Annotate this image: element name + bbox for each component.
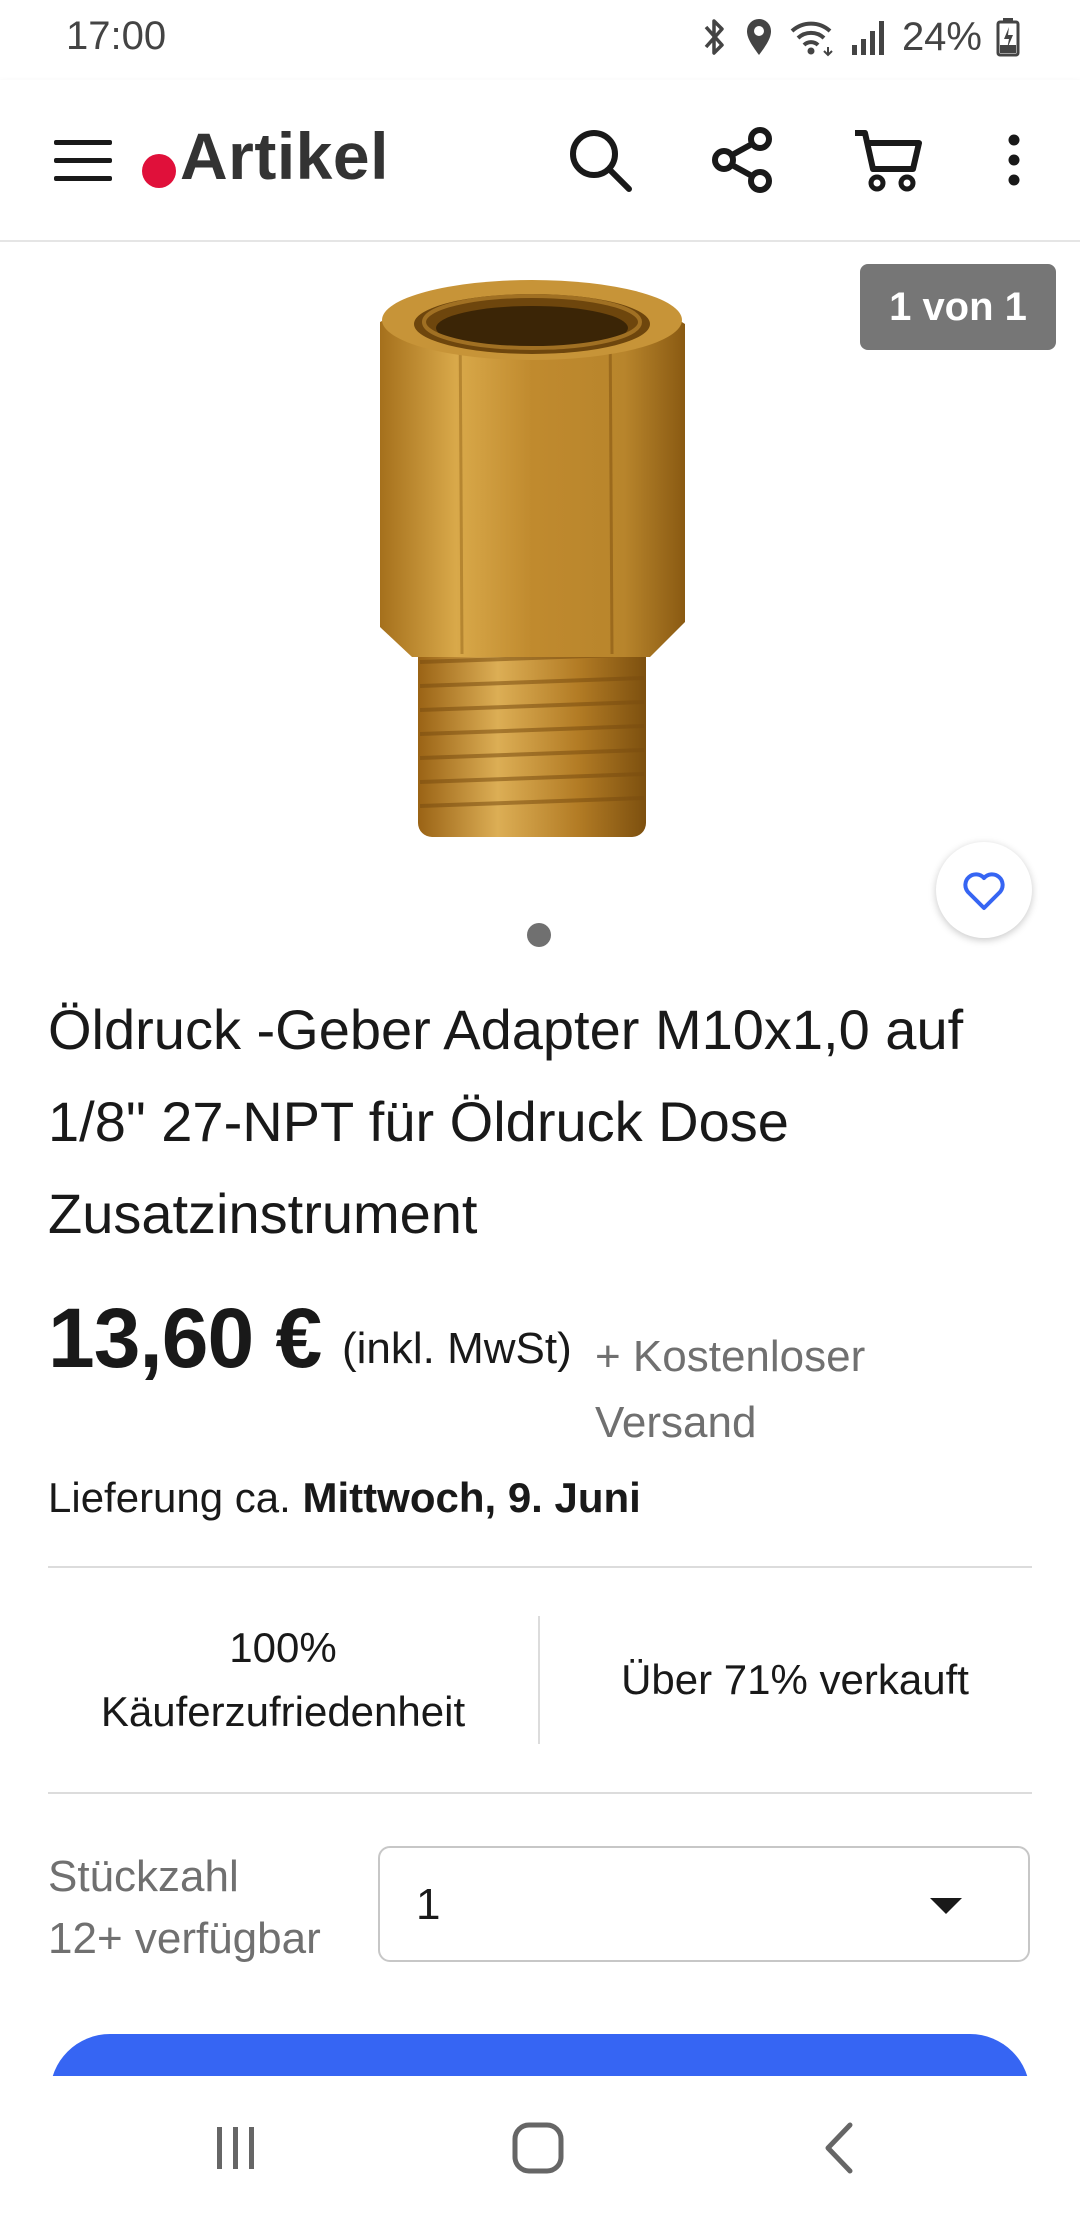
pagination-dot — [527, 923, 551, 947]
delivery-estimate: Lieferung ca. Mittwoch, 9. Juni — [48, 1474, 641, 1522]
image-gallery[interactable]: 1 von 1 — [0, 242, 1080, 962]
divider — [48, 1566, 1032, 1568]
product-price: 13,60 € — [48, 1291, 322, 1385]
app-bar: Artikel — [0, 80, 1080, 242]
tax-note: (inkl. MwSt) — [342, 1324, 572, 1373]
divider — [48, 1792, 1032, 1794]
status-bar: 17:00 24% — [0, 0, 1080, 80]
image-counter: 1 von 1 — [860, 264, 1056, 350]
recent-apps-button[interactable] — [196, 2116, 276, 2180]
caret-down-icon — [930, 1898, 962, 1914]
status-time: 17:00 — [66, 14, 167, 58]
location-icon — [746, 19, 771, 55]
heart-icon — [963, 872, 1005, 910]
bluetooth-icon — [704, 19, 724, 55]
page-title: Artikel — [180, 119, 389, 193]
delivery-prefix: Lieferung ca. — [48, 1474, 291, 1521]
quantity-dropdown[interactable]: 1 — [378, 1846, 1030, 1962]
quantity-available: 12+ verfügbar — [48, 1914, 321, 1963]
more-button[interactable] — [974, 120, 1054, 200]
home-button[interactable] — [498, 2116, 578, 2180]
product-title: Öldruck -Geber Adapter M10x1,0 auf 1/8" … — [48, 998, 964, 1245]
notification-dot — [142, 154, 176, 188]
search-button[interactable] — [560, 120, 640, 200]
delivery-date: Mittwoch, 9. Juni — [302, 1474, 641, 1521]
menu-button[interactable] — [48, 120, 176, 200]
menu-icon — [54, 140, 112, 181]
cart-button[interactable] — [848, 120, 928, 200]
recent-apps-icon — [217, 2127, 254, 2169]
cart-icon — [855, 130, 922, 192]
sold-percentage: Über 71% verkauft — [621, 1656, 969, 1703]
system-nav-bar — [0, 2076, 1080, 2220]
watchlist-button[interactable] — [936, 842, 1032, 938]
status-icons: 24% — [700, 12, 1020, 62]
back-icon — [825, 2122, 853, 2174]
quantity-title: Stückzahl — [48, 1852, 239, 1901]
battery-icon — [996, 18, 1020, 57]
more-vertical-icon — [1008, 134, 1020, 186]
quantity-label: Stückzahl 12+ verfügbar — [48, 1846, 321, 1970]
seller-satisfaction: 100% Käuferzufriedenheit — [48, 1616, 518, 1744]
wifi-icon — [790, 21, 833, 57]
signal-icon — [851, 21, 884, 55]
search-icon — [570, 130, 632, 192]
battery-percent: 24% — [901, 14, 982, 59]
shipping-info: + Kostenloser Versand — [595, 1332, 866, 1447]
home-icon — [512, 2122, 564, 2174]
satisfaction-label: Käuferzufriedenheit — [100, 1688, 466, 1735]
satisfaction-value: 100% — [229, 1624, 337, 1671]
share-button[interactable] — [703, 120, 783, 200]
product-image — [380, 280, 685, 837]
share-icon — [712, 127, 772, 193]
quantity-value: 1 — [416, 1880, 441, 1929]
back-button[interactable] — [800, 2116, 880, 2180]
stat-separator — [538, 1616, 540, 1744]
